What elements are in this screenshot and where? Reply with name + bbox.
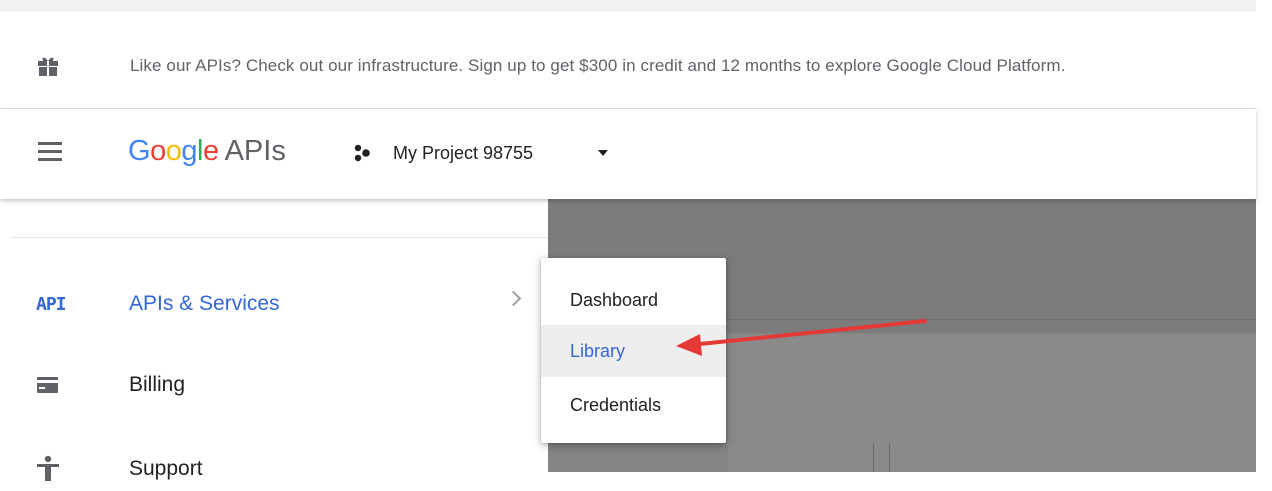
logo-suffix: APIs [224, 135, 286, 167]
promo-text: Like our APIs? Check out our infrastruct… [130, 56, 1066, 75]
logo-letter: G [128, 135, 151, 167]
top-strip [0, 0, 1256, 12]
submenu-item-dashboard[interactable]: Dashboard [541, 274, 726, 326]
google-apis-logo[interactable]: Google APIs [128, 135, 286, 168]
sidebar-item-label: Support [129, 457, 203, 480]
content-card [728, 334, 1256, 472]
sidebar-divider [10, 237, 548, 238]
submenu-item-credentials[interactable]: Credentials [541, 379, 726, 431]
support-icon [37, 455, 59, 481]
logo-letter: o [165, 135, 182, 167]
logo-letter: o [150, 135, 166, 167]
sidebar-item-billing[interactable]: Billing [0, 361, 548, 407]
billing-icon [37, 377, 58, 393]
submenu-flyout: Dashboard Library Credentials [541, 258, 726, 443]
chevron-right-icon [505, 290, 522, 307]
gift-icon [38, 57, 58, 76]
submenu-item-label: Library [570, 341, 626, 361]
project-dots-icon [354, 144, 370, 162]
dropdown-caret-icon [598, 150, 608, 156]
sidebar-item-label: Billing [129, 373, 186, 396]
sidebar-nav: API APIs & Services Billing Support [0, 199, 548, 481]
submenu-item-label: Credentials [570, 395, 662, 415]
sidebar-item-apis-services[interactable]: API APIs & Services [0, 280, 548, 326]
submenu-item-label: Dashboard [570, 290, 659, 310]
content-divider [723, 319, 1256, 320]
promo-banner: Like our APIs? Check out our infrastruct… [0, 12, 1256, 109]
logo-letter: g [181, 135, 197, 167]
logo-letter: e [202, 135, 219, 167]
sidebar-item-label: APIs & Services [129, 292, 280, 315]
sidebar-item-support[interactable]: Support [0, 445, 548, 491]
content-divider [889, 444, 890, 472]
app-header: Google APIs My Project 98755 [0, 109, 1256, 199]
content-divider [873, 444, 874, 472]
hamburger-menu-icon[interactable] [38, 142, 62, 162]
project-name: My Project 98755 [393, 143, 534, 163]
api-icon: API [36, 294, 66, 315]
submenu-item-library[interactable]: Library [541, 325, 726, 377]
page-edge [1256, 0, 1272, 472]
